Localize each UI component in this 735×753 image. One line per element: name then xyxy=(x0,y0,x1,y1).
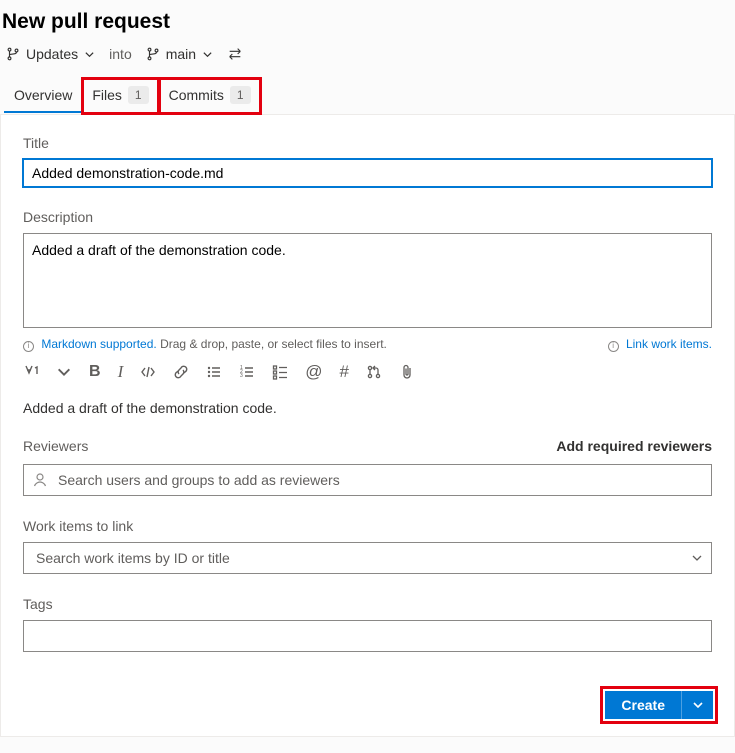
create-dropdown-button[interactable] xyxy=(681,691,713,719)
create-button[interactable]: Create xyxy=(605,691,681,719)
branch-icon xyxy=(6,47,20,61)
create-button-highlight: Create xyxy=(600,686,718,724)
add-required-reviewers-link[interactable]: Add required reviewers xyxy=(556,438,712,454)
attach-tool[interactable] xyxy=(399,364,415,380)
branch-selector-row: Updates into main xyxy=(0,40,735,78)
tabs-row: Overview Files 1 Commits 1 xyxy=(0,78,735,115)
title-label: Title xyxy=(23,135,712,151)
link-tool[interactable] xyxy=(173,364,189,380)
markdown-hint: Drag & drop, paste, or select files to i… xyxy=(160,337,387,351)
work-items-label: Work items to link xyxy=(23,518,712,534)
chevron-down-icon xyxy=(84,49,95,60)
description-hint-row: i Markdown supported. Drag & drop, paste… xyxy=(23,337,712,352)
tab-label: Overview xyxy=(14,87,72,103)
reviewers-label: Reviewers xyxy=(23,438,88,454)
checklist-tool[interactable] xyxy=(272,364,288,380)
tab-files[interactable]: Files 1 xyxy=(82,78,158,114)
target-branch-picker[interactable]: main xyxy=(146,46,213,62)
tab-label: Commits xyxy=(169,87,224,103)
numbered-list-tool[interactable]: 123 xyxy=(239,364,255,380)
person-icon xyxy=(32,472,48,488)
svg-text:3: 3 xyxy=(240,373,243,379)
form-panel: Title Description Added a draft of the d… xyxy=(0,115,735,737)
description-textarea[interactable]: Added a draft of the demonstration code. xyxy=(23,233,712,328)
hash-tool[interactable]: # xyxy=(340,362,349,382)
source-branch-name: Updates xyxy=(26,46,78,62)
editor-toolbar: B I 123 @ # xyxy=(23,362,712,382)
bullet-list-tool[interactable] xyxy=(206,364,222,380)
description-preview: Added a draft of the demonstration code. xyxy=(23,400,712,416)
title-input[interactable] xyxy=(23,159,712,187)
chevron-down-icon xyxy=(202,49,213,60)
bold-tool[interactable]: B xyxy=(89,363,101,381)
reviewers-input-wrapper[interactable] xyxy=(23,464,712,496)
branch-icon xyxy=(146,47,160,61)
tab-count-badge: 1 xyxy=(230,86,251,104)
chevron-down-icon xyxy=(691,552,703,564)
description-label: Description xyxy=(23,209,712,225)
mention-tool[interactable]: @ xyxy=(305,362,322,382)
heading-tool[interactable] xyxy=(23,364,39,380)
link-work-items-link[interactable]: Link work items. xyxy=(626,337,712,351)
work-items-input[interactable] xyxy=(32,545,691,571)
italic-tool[interactable]: I xyxy=(118,362,124,382)
reviewers-input[interactable] xyxy=(54,467,703,493)
source-branch-picker[interactable]: Updates xyxy=(6,46,95,62)
tab-count-badge: 1 xyxy=(128,86,149,104)
info-icon: i xyxy=(23,341,34,352)
chevron-down-icon xyxy=(692,699,704,711)
tags-input[interactable] xyxy=(23,620,712,652)
info-icon: i xyxy=(608,341,619,352)
code-tool[interactable] xyxy=(140,364,156,380)
pull-request-tool[interactable] xyxy=(366,364,382,380)
tab-commits[interactable]: Commits 1 xyxy=(159,78,261,114)
target-branch-name: main xyxy=(166,46,196,62)
tab-overview[interactable]: Overview xyxy=(4,79,82,113)
bottom-action-bar: Create xyxy=(600,686,718,724)
page-title: New pull request xyxy=(0,0,735,40)
into-label: into xyxy=(109,46,132,62)
heading-dropdown[interactable] xyxy=(56,364,72,380)
swap-branches-icon[interactable] xyxy=(227,47,243,61)
tags-label: Tags xyxy=(23,596,712,612)
work-items-input-wrapper[interactable] xyxy=(23,542,712,574)
tab-label: Files xyxy=(92,87,122,103)
markdown-supported-link[interactable]: Markdown supported. xyxy=(41,337,156,351)
